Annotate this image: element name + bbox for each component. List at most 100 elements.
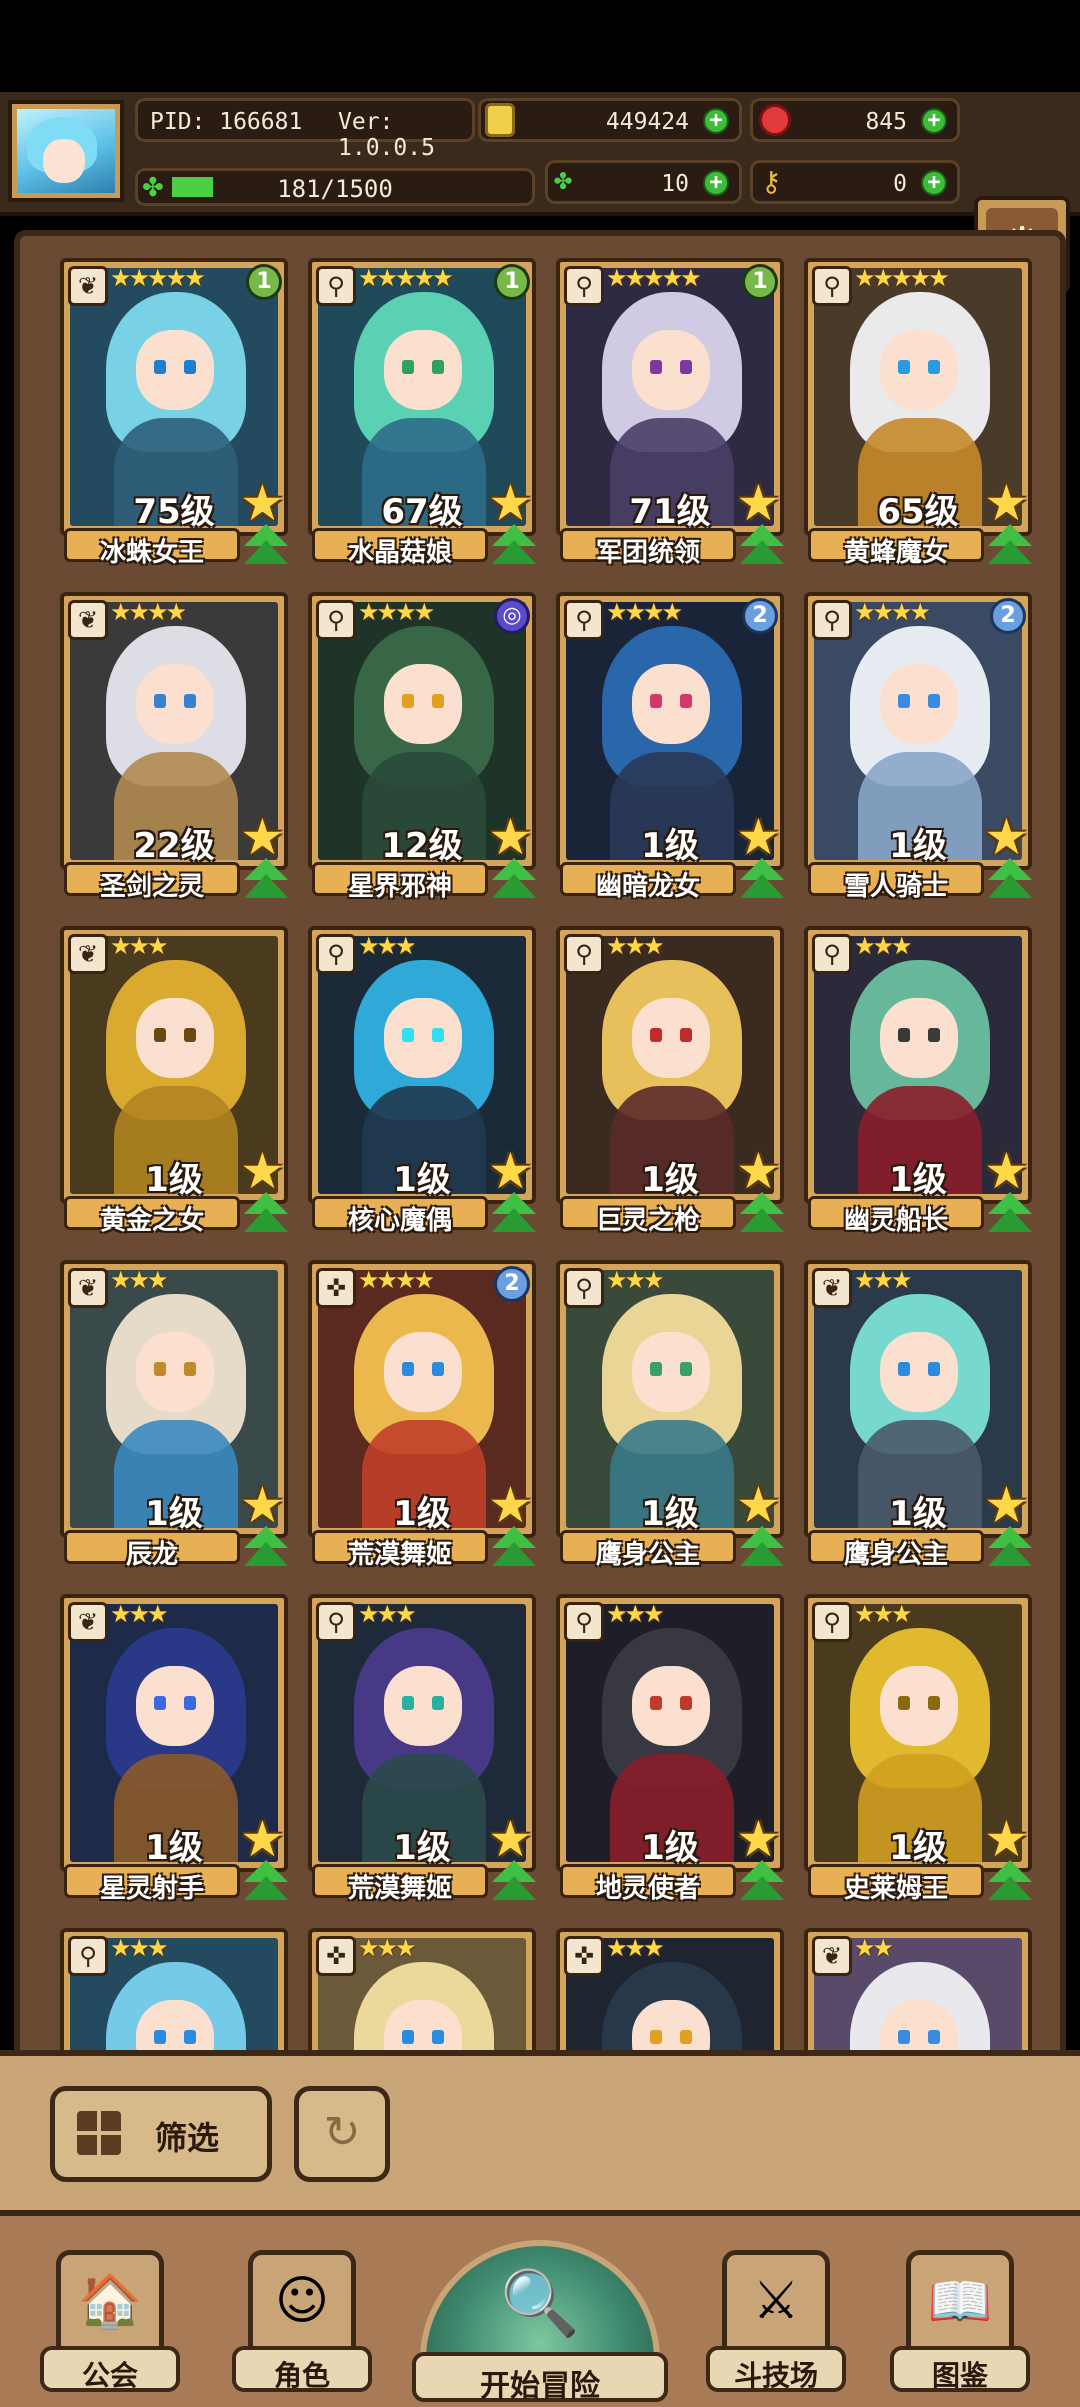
class-icon: ⚲ <box>316 600 356 640</box>
character-card[interactable]: ❦ ★★★ 1级 星灵射手 ★ <box>60 1594 290 1904</box>
rarity-stars: ★★★★★ <box>358 264 454 292</box>
filter-button[interactable]: 筛选 <box>50 2086 272 2182</box>
rarity-stars: ★★★ <box>606 1600 665 1628</box>
star-upgrade-icon[interactable]: ★ <box>736 1814 786 1864</box>
character-card[interactable]: ✜ ★★★★ 2 1级 荒漠舞姬 ★ <box>308 1260 538 1570</box>
character-card[interactable]: ⚲ ★★★★★ 1 67级 水晶菇娘 ★ <box>308 258 538 568</box>
character-name: 星界邪神 <box>347 872 452 902</box>
star-upgrade-icon[interactable]: ★ <box>240 1480 290 1530</box>
character-card[interactable]: ❦ ★★★ 1级 鹰身公主 ★ <box>804 1260 1034 1570</box>
star-upgrade-icon[interactable]: ★ <box>488 812 538 862</box>
star-upgrade-icon[interactable]: ★ <box>736 1480 786 1530</box>
star-upgrade-icon[interactable]: ★ <box>240 812 290 862</box>
level-up-arrow-icon[interactable] <box>740 1860 784 1902</box>
star-upgrade-icon[interactable]: ★ <box>488 1814 538 1864</box>
character-card[interactable]: ⚲ ★★★ <box>60 1928 288 2054</box>
nav-codex[interactable]: 📖 图鉴 <box>890 2250 1030 2392</box>
character-card[interactable]: ⚲ ★★★★ 2 1级 幽暗龙女 ★ <box>556 592 786 902</box>
character-card[interactable]: ⚲ ★★★ 1级 巨灵之枪 ★ <box>556 926 786 1236</box>
star-upgrade-icon[interactable]: ★ <box>736 478 786 528</box>
star-upgrade-icon[interactable]: ★ <box>984 1146 1034 1196</box>
star-upgrade-icon[interactable]: ★ <box>984 812 1034 862</box>
rarity-stars: ★★★ <box>854 932 913 960</box>
star-upgrade-icon[interactable]: ★ <box>488 1480 538 1530</box>
rarity-stars: ★★★ <box>358 1600 417 1628</box>
start-adventure-button[interactable]: 🔍 开始冒险 <box>412 2240 668 2404</box>
level-up-arrow-icon[interactable] <box>492 1860 536 1902</box>
level-up-arrow-icon[interactable] <box>988 1526 1032 1568</box>
rarity-stars: ★★★ <box>358 1934 417 1962</box>
add-gold-button[interactable]: + <box>703 108 729 134</box>
name-plate: 星界邪神 <box>312 862 488 902</box>
level-up-arrow-icon[interactable] <box>244 858 288 900</box>
level-up-arrow-icon[interactable] <box>740 858 784 900</box>
star-upgrade-icon[interactable]: ★ <box>488 478 538 528</box>
star-upgrade-icon[interactable]: ★ <box>488 1146 538 1196</box>
character-card[interactable]: ❦ ★★★★ 22级 圣剑之灵 ★ <box>60 592 290 902</box>
level-up-arrow-icon[interactable] <box>244 1526 288 1568</box>
level-up-arrow-icon[interactable] <box>492 1192 536 1234</box>
nav-guild[interactable]: 🏠 公会 <box>40 2250 180 2392</box>
character-card[interactable]: ⚲ ★★★★★ 65级 黄蜂魔女 ★ <box>804 258 1034 568</box>
character-card[interactable]: ⚲ ★★★★★ 1 71级 军团统领 ★ <box>556 258 786 568</box>
count-badge: 1 <box>742 264 778 300</box>
name-plate: 荒漠舞姬 <box>312 1864 488 1904</box>
level-up-arrow-icon[interactable] <box>988 858 1032 900</box>
level-up-arrow-icon[interactable] <box>988 524 1032 566</box>
class-icon: ❦ <box>68 266 108 306</box>
star-upgrade-icon[interactable]: ★ <box>736 812 786 862</box>
refresh-button[interactable]: ↻ <box>294 2086 390 2182</box>
rarity-stars: ★★★★ <box>358 1266 435 1294</box>
character-name: 黄蜂魔女 <box>843 538 948 568</box>
character-name: 冰蛛女王 <box>99 538 204 568</box>
nav-character[interactable]: ☺ 角色 <box>232 2250 372 2392</box>
star-upgrade-icon[interactable]: ★ <box>984 1814 1034 1864</box>
character-card[interactable]: ❦ ★★ <box>804 1928 1032 2054</box>
class-icon: ❦ <box>68 934 108 974</box>
nav-character-label: 角色 <box>273 2359 330 2392</box>
rarity-stars: ★★★ <box>110 932 169 960</box>
level-up-arrow-icon[interactable] <box>988 1860 1032 1902</box>
level-up-arrow-icon[interactable] <box>244 1860 288 1902</box>
name-plate: 雪人骑士 <box>808 862 984 902</box>
name-plate: 荒漠舞姬 <box>312 1530 488 1570</box>
add-clover-button[interactable]: + <box>703 170 729 196</box>
character-card[interactable]: ⚲ ★★★ 1级 地灵使者 ★ <box>556 1594 786 1904</box>
level-up-arrow-icon[interactable] <box>740 1192 784 1234</box>
character-card[interactable]: ⚲ ★★★★ ◎ 12级 星界邪神 ★ <box>308 592 538 902</box>
character-card[interactable]: ❦ ★★★ 1级 黄金之女 ★ <box>60 926 290 1236</box>
class-icon: ⚲ <box>316 934 356 974</box>
level-up-arrow-icon[interactable] <box>244 524 288 566</box>
level-up-arrow-icon[interactable] <box>492 858 536 900</box>
character-card[interactable]: ❦ ★★★ 1级 辰龙 ★ <box>60 1260 290 1570</box>
character-card[interactable]: ⚲ ★★★ 1级 核心魔偶 ★ <box>308 926 538 1236</box>
level-up-arrow-icon[interactable] <box>740 524 784 566</box>
level-up-arrow-icon[interactable] <box>492 524 536 566</box>
level-up-arrow-icon[interactable] <box>988 1192 1032 1234</box>
level-up-arrow-icon[interactable] <box>244 1192 288 1234</box>
character-card[interactable]: ✜ ★★★ <box>556 1928 784 2054</box>
character-card[interactable]: ❦ ★★★★★ 1 75级 冰蛛女王 ★ <box>60 258 290 568</box>
player-avatar[interactable] <box>8 100 124 202</box>
star-upgrade-icon[interactable]: ★ <box>736 1146 786 1196</box>
class-icon: ❦ <box>68 600 108 640</box>
character-card[interactable]: ⚲ ★★★ 1级 鹰身公主 ★ <box>556 1260 786 1570</box>
add-gem-button[interactable]: + <box>921 108 947 134</box>
level-up-arrow-icon[interactable] <box>740 1526 784 1568</box>
star-upgrade-icon[interactable]: ★ <box>984 1480 1034 1530</box>
character-card[interactable]: ⚲ ★★★★ 2 1级 雪人骑士 ★ <box>804 592 1034 902</box>
character-name: 星灵射手 <box>99 1874 204 1904</box>
character-card[interactable]: ✜ ★★★ <box>308 1928 536 2054</box>
character-card[interactable]: ⚲ ★★★ 1级 荒漠舞姬 ★ <box>308 1594 538 1904</box>
star-upgrade-icon[interactable]: ★ <box>240 1814 290 1864</box>
character-card[interactable]: ⚲ ★★★ 1级 史莱姆王 ★ <box>804 1594 1034 1904</box>
add-key-button[interactable]: + <box>921 170 947 196</box>
star-upgrade-icon[interactable]: ★ <box>984 478 1034 528</box>
star-upgrade-icon[interactable]: ★ <box>240 1146 290 1196</box>
nav-arena[interactable]: ⚔ 斗技场 <box>706 2250 846 2392</box>
level-up-arrow-icon[interactable] <box>492 1526 536 1568</box>
rarity-stars: ★★ <box>854 1934 894 1962</box>
star-upgrade-icon[interactable]: ★ <box>240 478 290 528</box>
character-card[interactable]: ⚲ ★★★ 1级 幽灵船长 ★ <box>804 926 1034 1236</box>
class-icon: ⚲ <box>316 266 356 306</box>
